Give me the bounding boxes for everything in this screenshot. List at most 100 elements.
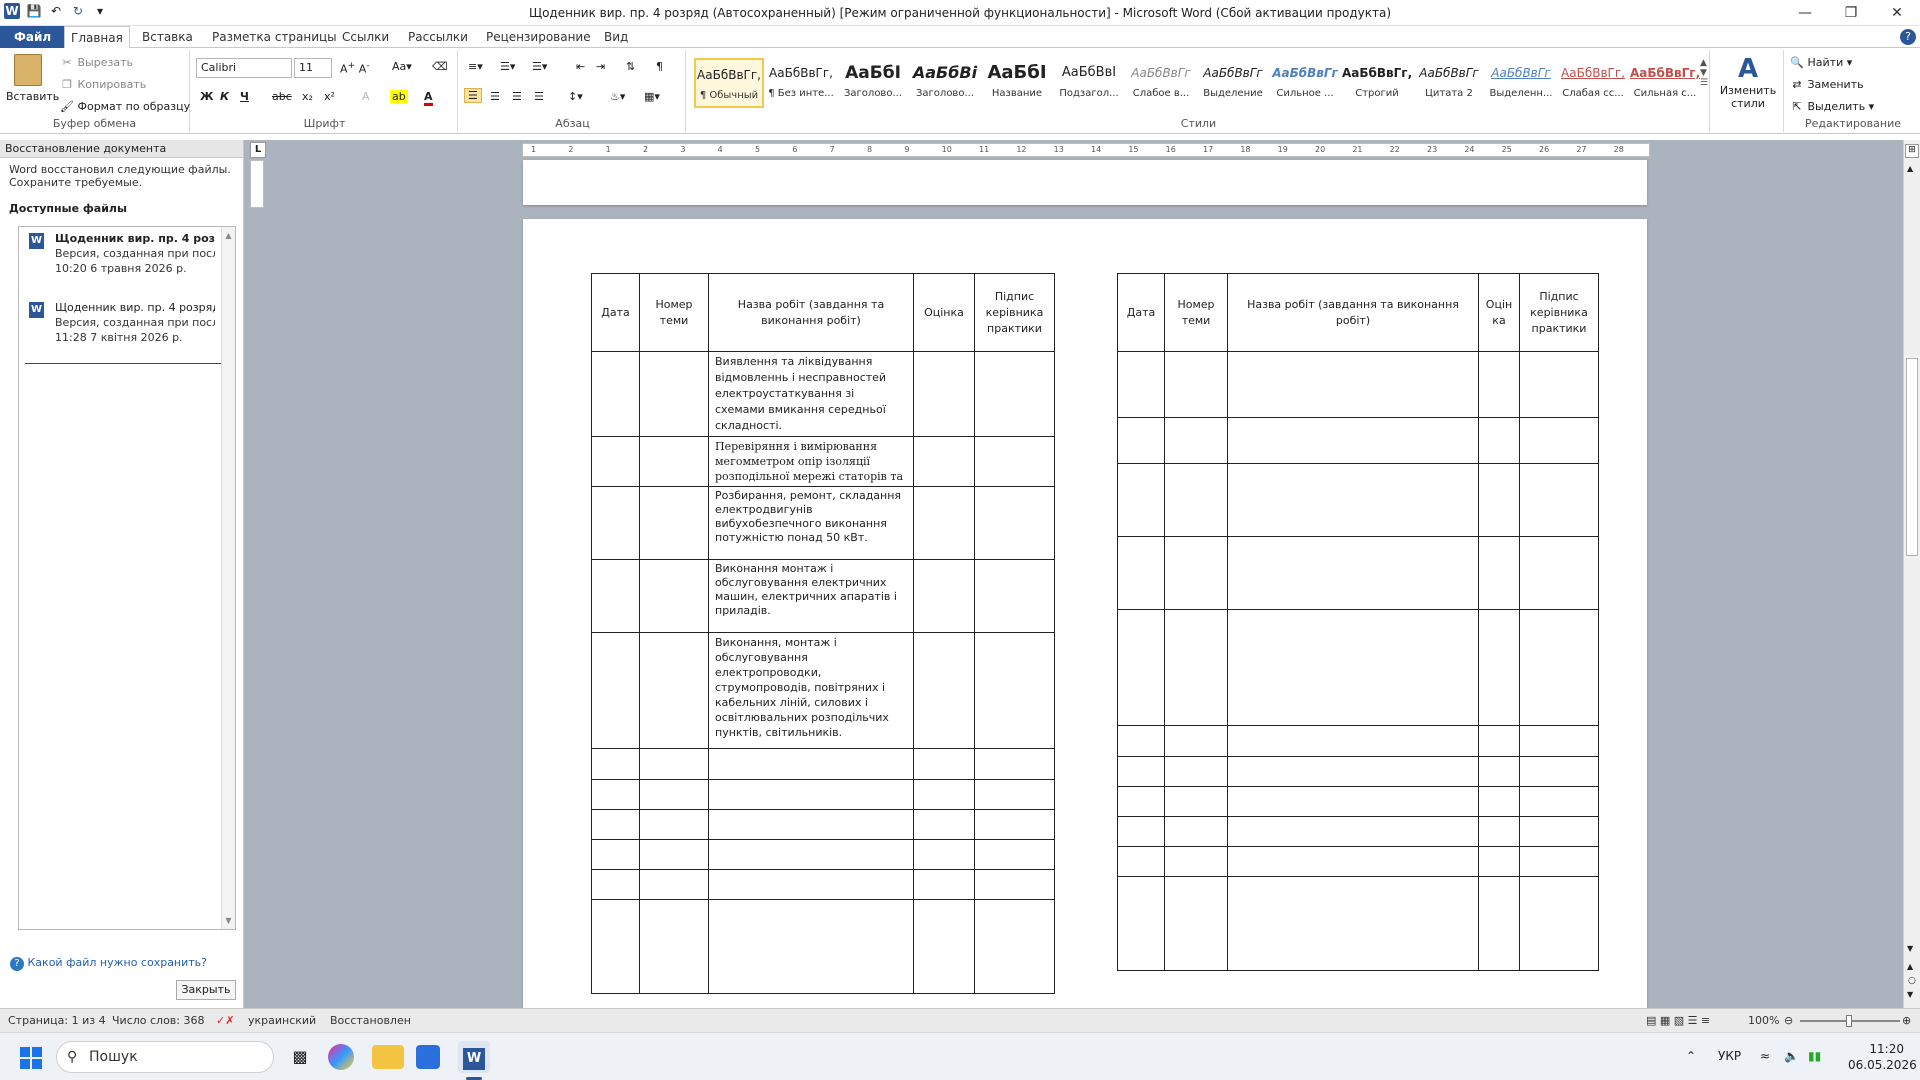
table-cell[interactable] (1164, 536, 1228, 610)
table-cell[interactable] (913, 436, 975, 487)
table-cell[interactable] (1478, 536, 1520, 610)
language-indicator[interactable]: украинский (248, 1014, 316, 1027)
table-cell[interactable] (1478, 725, 1520, 757)
table-cell[interactable] (1164, 351, 1228, 418)
table-cell[interactable] (913, 839, 975, 870)
table-cell[interactable] (974, 436, 1055, 487)
table-cell[interactable] (591, 436, 640, 487)
style-normal[interactable]: АаБбВвГг, ¶ Обычный (694, 58, 764, 108)
change-case-button[interactable]: Aa▾ (392, 60, 412, 73)
change-styles-button[interactable]: A Изменить стили (1716, 54, 1780, 110)
table-cell[interactable] (1164, 725, 1228, 757)
table-cell[interactable] (1117, 786, 1165, 817)
table-cell[interactable] (1519, 816, 1599, 847)
volume-icon[interactable]: 🔈 (1784, 1049, 1799, 1063)
multilevel-list-icon[interactable]: ☰▾ (532, 60, 547, 73)
line-spacing-icon[interactable]: ↕▾ (568, 90, 583, 103)
taskbar-search[interactable]: ⚲ Пошук (56, 1041, 274, 1073)
table-cell[interactable] (708, 839, 914, 870)
show-formatting-icon[interactable]: ¶ (656, 60, 663, 73)
view-buttons[interactable]: ▤ ▦ ▧ ☰ ≡ (1646, 1014, 1710, 1027)
format-painter-button[interactable]: 🖌 Формат по образцу (60, 100, 190, 114)
table-cell[interactable] (1519, 876, 1599, 971)
tab-file[interactable]: Файл (0, 26, 66, 48)
close-icon[interactable]: ✕ (1874, 0, 1920, 26)
tab-review[interactable]: Рецензирование (480, 26, 597, 48)
table-cell[interactable] (1519, 351, 1599, 418)
tab-view[interactable]: Вид (598, 26, 634, 48)
next-page-icon[interactable]: ▼ (1907, 990, 1913, 999)
table-cell[interactable] (974, 632, 1055, 749)
scroll-up-icon[interactable]: ▲ (1907, 164, 1913, 173)
word-taskbar-icon[interactable]: W (458, 1041, 490, 1073)
style-subtitle[interactable]: АаБбВвI Подзагол... (1054, 58, 1124, 108)
table-cell[interactable] (1227, 816, 1479, 847)
word-count[interactable]: Число слов: 368 (112, 1014, 205, 1027)
table-cell[interactable] (1519, 846, 1599, 877)
table-cell[interactable] (591, 779, 640, 810)
table-cell[interactable] (639, 779, 709, 810)
table-cell[interactable] (1227, 756, 1479, 787)
table-cell[interactable] (639, 351, 709, 437)
table-cell[interactable] (708, 869, 914, 900)
work-cell[interactable]: Виконання монтаж і обслуговування електр… (708, 559, 914, 633)
recovered-file-item[interactable]: W Щоденник вир. пр. 4 розря... Версия, с… (19, 227, 235, 282)
styles-scroll-icon[interactable]: ▲ ▼ ☰ (1700, 58, 1708, 88)
table-cell[interactable] (1227, 536, 1479, 610)
table-cell[interactable] (974, 869, 1055, 900)
table-cell[interactable] (591, 899, 640, 994)
work-cell[interactable]: Перевіряння і вимірювання мегомметром оп… (708, 436, 914, 487)
cut-button[interactable]: ✂ Вырезать (60, 56, 133, 70)
input-language[interactable]: УКР (1718, 1049, 1741, 1063)
strikethrough-button[interactable]: abc (272, 90, 292, 103)
horizontal-ruler[interactable]: 1 2 1 2 3 4 5 6 7 8 9 10 11 12 13 14 15 16 17 18 19 20 21 22 23 2… (522, 143, 1650, 157)
table-cell[interactable] (913, 779, 975, 810)
page-2[interactable]: Дата Номер теми Назва робіт (завдання та… (523, 219, 1647, 1019)
numbering-icon[interactable]: ☰▾ (500, 60, 515, 73)
table-cell[interactable] (591, 869, 640, 900)
tray-overflow-icon[interactable]: ⌃ (1686, 1049, 1696, 1063)
tab-page-layout[interactable]: Разметка страницы (206, 26, 343, 48)
prev-page-icon[interactable]: ▲ (1907, 962, 1913, 971)
replace-button[interactable]: ⇄ Заменить (1790, 78, 1863, 92)
table-cell[interactable] (1164, 846, 1228, 877)
proofing-icon[interactable]: ✓✗ (216, 1014, 234, 1027)
table-cell[interactable] (639, 486, 709, 560)
file-explorer-icon[interactable] (372, 1045, 404, 1069)
table-cell[interactable] (708, 809, 914, 840)
scroll-down-icon[interactable]: ▼ (1907, 944, 1913, 953)
table-cell[interactable] (913, 632, 975, 749)
select-button[interactable]: ⇱ Выделить ▾ (1790, 100, 1874, 114)
underline-button[interactable]: Ч (240, 90, 249, 103)
store-icon[interactable] (416, 1045, 440, 1069)
table-cell[interactable] (639, 436, 709, 487)
align-right-icon[interactable]: ☰ (512, 90, 522, 103)
style-emphasis[interactable]: АаБбВвГг Выделение (1198, 58, 1268, 108)
work-cell[interactable]: Розбирання, ремонт, складання електродви… (708, 486, 914, 560)
grow-font-button[interactable]: A+ A- (340, 60, 370, 76)
font-name-combo[interactable]: Calibri (196, 58, 292, 78)
table-cell[interactable] (1519, 463, 1599, 537)
task-view-icon[interactable]: ▩ (284, 1041, 316, 1073)
table-cell[interactable] (1117, 536, 1165, 610)
table-cell[interactable] (639, 748, 709, 780)
subscript-button[interactable]: x₂ (302, 90, 313, 103)
table-cell[interactable] (639, 869, 709, 900)
clear-format-icon[interactable]: ⌫ (432, 60, 448, 73)
table-cell[interactable] (1478, 816, 1520, 847)
close-recovery-button[interactable]: Закрыть (176, 980, 236, 1000)
table-cell[interactable] (1478, 463, 1520, 537)
clock[interactable]: 11:20 06.05.2026 (1848, 1041, 1917, 1073)
highlight-icon[interactable]: ab (390, 90, 408, 103)
table-cell[interactable] (1164, 756, 1228, 787)
table-cell[interactable] (639, 899, 709, 994)
style-subtle-emphasis[interactable]: АаБбВвГг Слабое в... (1126, 58, 1196, 108)
tab-insert[interactable]: Вставка (136, 26, 199, 48)
font-size-combo[interactable]: 11 (294, 58, 332, 78)
table-cell[interactable] (1227, 609, 1479, 726)
sort-icon[interactable]: ⇅ (626, 60, 635, 73)
table-cell[interactable] (1478, 756, 1520, 787)
table-cell[interactable] (1478, 417, 1520, 464)
align-center-icon[interactable]: ☰ (490, 90, 500, 103)
table-cell[interactable] (1478, 876, 1520, 971)
